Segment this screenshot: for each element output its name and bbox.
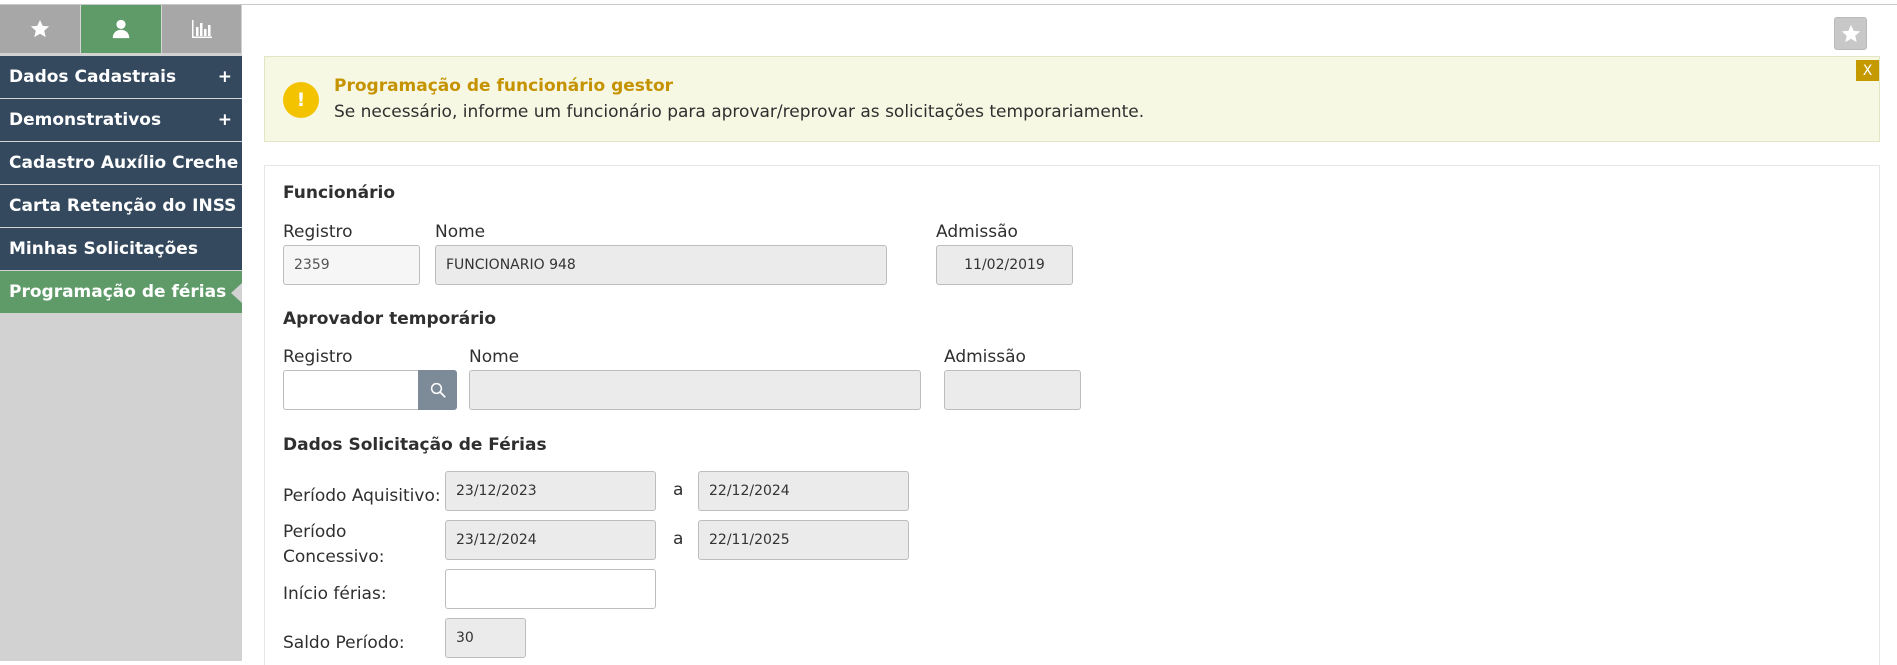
warning-icon: !: [283, 82, 319, 118]
concessivo-start-field: 23/12/2024: [445, 520, 656, 560]
sidebar-item-auxilio-creche[interactable]: Cadastro Auxílio Creche: [0, 142, 242, 185]
sidebar-item-label: Dados Cadastrais: [9, 67, 177, 87]
aquisitivo-end-field: 22/12/2024: [698, 471, 909, 511]
sidebar-item-label: Cadastro Auxílio Creche: [9, 153, 239, 173]
sidebar-item-label: Minhas Solicitações: [9, 239, 198, 259]
sidebar-item-carta-inss[interactable]: Carta Retenção do INSS: [0, 185, 242, 228]
aprovador-admissao-field: [944, 370, 1081, 410]
inicio-ferias-input[interactable]: [445, 569, 656, 609]
sidebar-item-minhas-solicitacoes[interactable]: Minhas Solicitações: [0, 228, 242, 271]
range-separator: a: [673, 480, 684, 500]
funcionario-admissao-field: 11/02/2019: [936, 245, 1073, 285]
funcionario-registro-field[interactable]: 2359: [283, 245, 420, 285]
inicio-ferias-label: Início férias:: [283, 584, 387, 604]
saldo-periodo-label: Saldo Período:: [283, 633, 405, 653]
form-panel: Funcionário Registro Nome Admissão 2359 …: [264, 165, 1880, 665]
range-separator: a: [673, 529, 684, 549]
search-aprovador-button[interactable]: [418, 370, 457, 410]
section-title-ferias: Dados Solicitação de Férias: [283, 435, 547, 455]
aprovador-nome-field: [469, 370, 921, 410]
periodo-concessivo-label-2: Concessivo:: [283, 547, 385, 567]
periodo-concessivo-label: Período: [283, 522, 347, 542]
concessivo-end-field: 22/11/2025: [698, 520, 909, 560]
sidebar-item-dados-cadastrais[interactable]: Dados Cadastrais +: [0, 56, 242, 99]
saldo-periodo-field: 30: [445, 618, 526, 658]
admissao-label: Admissão: [936, 222, 1018, 242]
user-icon: [112, 19, 130, 39]
section-title-funcionario: Funcionário: [283, 183, 396, 203]
bar-chart-icon: [191, 20, 212, 38]
tab-profile[interactable]: [80, 5, 161, 53]
search-icon: [430, 382, 446, 398]
nome-label: Nome: [469, 347, 520, 367]
favorite-button[interactable]: [1834, 17, 1867, 50]
info-alert: ! Programação de funcionário gestor Se n…: [264, 56, 1880, 142]
expand-icon: +: [217, 67, 232, 87]
star-icon: [30, 19, 50, 38]
alert-close-button[interactable]: X: [1856, 60, 1879, 81]
admissao-label: Admissão: [944, 347, 1026, 367]
sidebar-tabs: [0, 5, 242, 53]
nome-label: Nome: [435, 222, 486, 242]
sidebar: Dados Cadastrais + Demonstrativos + Cada…: [0, 5, 242, 661]
registro-label: Registro: [283, 222, 353, 242]
alert-title: Programação de funcionário gestor: [334, 76, 674, 96]
aquisitivo-start-field: 23/12/2023: [445, 471, 656, 511]
tab-reports[interactable]: [161, 5, 241, 53]
sidebar-item-programacao-ferias[interactable]: Programação de férias: [0, 271, 242, 314]
expand-icon: +: [217, 110, 232, 130]
periodo-aquisitivo-label: Período Aquisitivo:: [283, 486, 441, 506]
aprovador-registro-input[interactable]: [283, 370, 420, 410]
sidebar-item-label: Demonstrativos: [9, 110, 162, 130]
section-title-aprovador: Aprovador temporário: [283, 309, 497, 329]
registro-label: Registro: [283, 347, 353, 367]
star-icon: [1841, 24, 1860, 42]
sidebar-item-demonstrativos[interactable]: Demonstrativos +: [0, 99, 242, 142]
sidebar-menu: Dados Cadastrais + Demonstrativos + Cada…: [0, 56, 242, 314]
sidebar-item-label: Carta Retenção do INSS: [9, 196, 237, 216]
sidebar-item-label: Programação de férias: [9, 282, 227, 302]
tab-favorites[interactable]: [0, 5, 80, 53]
alert-text: Se necessário, informe um funcionário pa…: [334, 102, 1145, 122]
top-border: [0, 0, 1897, 5]
funcionario-nome-field: FUNCIONARIO 948: [435, 245, 887, 285]
